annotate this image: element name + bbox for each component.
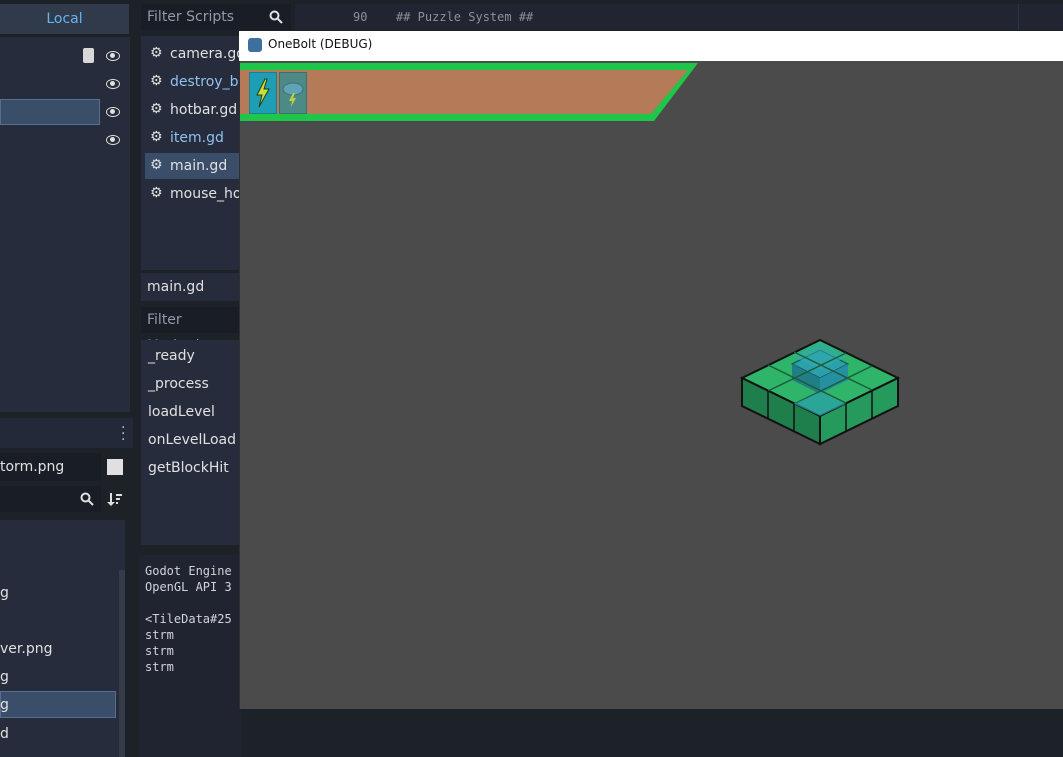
gear-icon: ⚙ (150, 101, 163, 117)
search-icon (269, 10, 283, 24)
scene-tree-selected-row[interactable] (0, 99, 100, 125)
window-title: OneBolt (DEBUG) (268, 37, 373, 51)
list-item[interactable]: ver.png (0, 641, 52, 657)
method-item[interactable]: onLevelLoad (148, 432, 236, 448)
filter-methods-input[interactable]: Filter Methods (141, 307, 241, 354)
more-options-icon[interactable]: · · · (121, 421, 127, 447)
filesystem-header (0, 418, 133, 448)
script-item[interactable]: ⚙ destroy_bl (146, 70, 242, 94)
method-item[interactable]: loadLevel (148, 404, 215, 420)
method-item[interactable]: _ready (148, 348, 195, 364)
visibility-eye-icon[interactable] (106, 107, 120, 117)
output-line: Godot Engine (145, 564, 232, 578)
output-line: strm (145, 628, 174, 642)
hotbar-slot[interactable] (279, 72, 307, 114)
filesystem-path-field[interactable]: torm.png (0, 453, 101, 481)
script-label: mouse_ho (170, 186, 242, 202)
output-line: strm (145, 644, 174, 658)
list-item[interactable]: d (0, 726, 9, 742)
script-label: camera.gd (170, 46, 246, 62)
block-cluster (740, 338, 900, 446)
filesystem-selected-row[interactable] (0, 691, 116, 718)
script-label: destroy_bl (170, 74, 243, 90)
script-item[interactable]: ⚙ mouse_ho (146, 182, 241, 206)
script-item[interactable]: ⚙ hotbar.gd (146, 98, 237, 122)
minimap-divider (1018, 4, 1019, 30)
script-item[interactable]: ⚙ item.gd (146, 126, 224, 150)
hotbar-slot[interactable] (249, 72, 277, 114)
method-item[interactable]: getBlockHit (148, 460, 229, 476)
code-line[interactable]: ## Puzzle System ## (396, 10, 533, 24)
list-item[interactable]: g (0, 697, 9, 713)
method-item[interactable]: _process (148, 376, 209, 392)
list-item[interactable]: g (0, 669, 9, 685)
gear-icon: ⚙ (150, 157, 163, 173)
script-label: main.gd (170, 158, 228, 174)
visibility-eye-icon[interactable] (106, 135, 120, 145)
filesystem-scrollbar[interactable] (119, 570, 125, 757)
storm-cloud-icon (282, 82, 304, 107)
godot-app-icon (248, 38, 262, 52)
sort-icon[interactable] (107, 491, 123, 507)
gear-icon: ⚙ (150, 185, 163, 201)
scene-tree (0, 37, 130, 412)
gear-icon: ⚙ (150, 73, 163, 89)
output-line: <TileData#25 (145, 612, 232, 626)
layout-toggle-icon[interactable] (107, 459, 123, 475)
script-item[interactable]: ⚙ main.gd (146, 154, 227, 178)
gear-icon: ⚙ (150, 129, 163, 145)
visibility-eye-icon[interactable] (106, 51, 120, 61)
script-label: hotbar.gd (170, 102, 238, 118)
script-item[interactable]: ⚙ camera.gd (146, 42, 245, 66)
filesystem-list (0, 520, 125, 757)
output-line: strm (145, 660, 174, 674)
lightning-icon (256, 78, 270, 108)
script-label: item.gd (170, 130, 224, 146)
tab-local[interactable]: Local (0, 4, 129, 34)
output-line: OpenGL API 3 (145, 580, 232, 594)
game-viewport[interactable] (240, 61, 1063, 709)
current-script-label: main.gd (141, 273, 241, 301)
list-item[interactable]: g (0, 585, 9, 601)
hotbar (240, 63, 698, 121)
line-number: 90 (353, 10, 368, 24)
search-icon (80, 492, 94, 506)
visibility-eye-icon[interactable] (106, 79, 120, 89)
gear-icon: ⚙ (150, 45, 163, 61)
script-icon[interactable] (83, 48, 94, 63)
